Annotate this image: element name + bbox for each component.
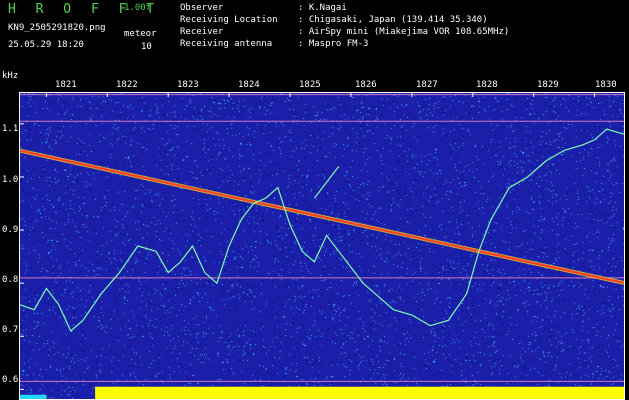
x-tick-label: 1829 [537, 80, 559, 90]
x-tick-label: 1827 [416, 80, 438, 90]
x-tick-label: 1826 [355, 80, 377, 90]
x-tick-label: 1828 [476, 80, 498, 90]
x-tick-label: 1822 [116, 80, 138, 90]
info-key-observer: Observer [180, 3, 224, 13]
x-tick-label: 1823 [177, 80, 199, 90]
info-key-location: Receiving Location [180, 15, 278, 25]
y-tick-label: 0.8 [2, 275, 19, 285]
y-tick-label: 1.1 [2, 124, 19, 134]
info-key-receiver: Receiver [180, 27, 224, 37]
spectrogram-noise [19, 92, 625, 400]
info-key-antenna: Receiving antenna [180, 39, 273, 49]
info-value-location: : Chigasaki, Japan (139.414 35.340) [298, 15, 488, 25]
version-label: 1.00f [124, 3, 152, 13]
datetime-label: 25.05.29 18:20 [8, 40, 84, 50]
info-value-antenna: : Maspro FM-3 [298, 39, 369, 49]
y-axis-unit: kHz [2, 71, 19, 81]
x-tick-label: 1824 [238, 80, 260, 90]
x-tick-label: 1821 [55, 80, 77, 90]
x-tick-label: 1825 [299, 80, 321, 90]
filename-label: KN9_2505291820.png [8, 23, 106, 33]
y-tick-label: 1.0 [2, 175, 19, 185]
y-tick-label: 0.6 [2, 375, 19, 385]
y-tick-label: 0.9 [2, 225, 19, 235]
y-tick-label: 0.7 [2, 325, 19, 335]
meteor-label: meteor [124, 29, 157, 39]
hrofft-screen: H R O F F T 1.00f KN9_2505291820.png 25.… [0, 0, 629, 400]
meteor-count: 10 [141, 42, 152, 52]
info-value-observer: : K.Nagai [298, 3, 347, 13]
info-value-receiver: : AirSpy mini (Miakejima VOR 108.65MHz) [298, 27, 510, 37]
x-tick-label: 1830 [595, 80, 617, 90]
